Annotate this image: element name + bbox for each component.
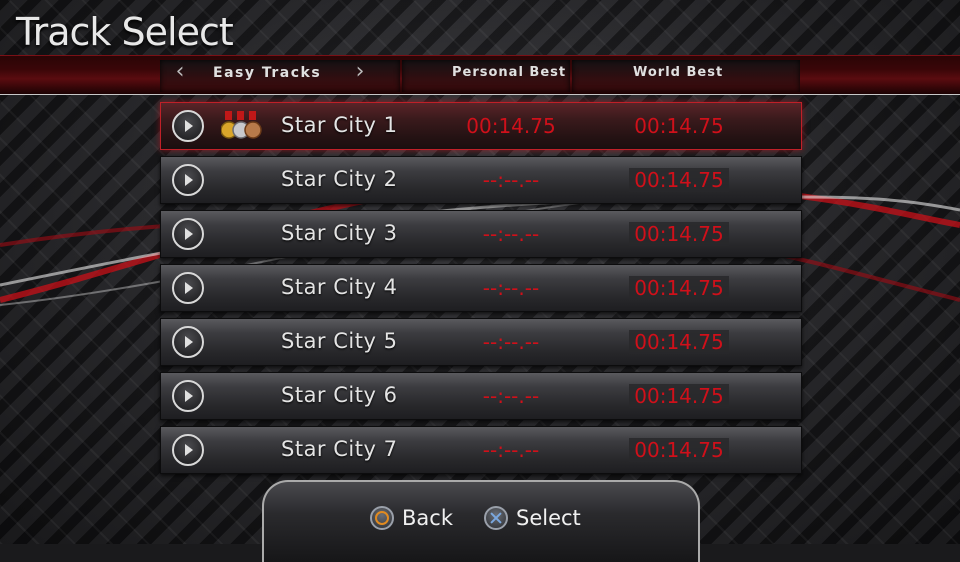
track-name: Star City 4 (281, 275, 398, 299)
personal-best-time: 00:14.75 (466, 114, 556, 138)
play-icon (172, 434, 204, 466)
track-name: Star City 5 (281, 329, 398, 353)
personal-best-time: --:--.-- (482, 384, 540, 408)
column-header-bar: ‹ Easy Tracks › Personal Best World Best (0, 55, 960, 95)
personal-best-time: --:--.-- (482, 330, 540, 354)
world-best-time: 00:14.75 (629, 222, 729, 246)
world-best-time: 00:14.75 (629, 276, 729, 300)
track-row[interactable]: Star City 2 --:--.-- 00:14.75 (160, 156, 802, 204)
world-best-time: 00:14.75 (629, 384, 729, 408)
world-best-time: 00:14.75 (629, 168, 729, 192)
track-name: Star City 7 (281, 437, 398, 461)
track-row[interactable]: Star City 5 --:--.-- 00:14.75 (160, 318, 802, 366)
track-row[interactable]: Star City 3 --:--.-- 00:14.75 (160, 210, 802, 258)
select-button[interactable]: Select (484, 506, 581, 530)
circle-button-icon (370, 506, 394, 530)
track-row[interactable]: Star City 6 --:--.-- 00:14.75 (160, 372, 802, 420)
medals-icon (221, 111, 262, 139)
play-icon (172, 326, 204, 358)
world-best-time: 00:14.75 (629, 438, 729, 462)
track-name: Star City 3 (281, 221, 398, 245)
cross-button-icon (484, 506, 508, 530)
personal-best-time: --:--.-- (482, 222, 540, 246)
personal-best-header: Personal Best (452, 65, 567, 80)
play-icon (172, 218, 204, 250)
back-button[interactable]: Back (370, 506, 453, 530)
track-category-label: Easy Tracks (213, 65, 322, 81)
world-best-time: 00:14.75 (634, 114, 724, 138)
track-name: Star City 6 (281, 383, 398, 407)
track-name: Star City 2 (281, 167, 398, 191)
play-icon (172, 380, 204, 412)
track-row[interactable]: Star City 4 --:--.-- 00:14.75 (160, 264, 802, 312)
chevron-right-icon[interactable]: › (350, 61, 370, 83)
track-row[interactable]: Star City 1 00:14.75 00:14.75 (160, 102, 802, 150)
button-prompt-panel: Back Select (262, 480, 700, 562)
track-name: Star City 1 (281, 113, 398, 137)
world-best-time: 00:14.75 (629, 330, 729, 354)
play-icon (172, 110, 204, 142)
back-label: Back (402, 506, 453, 530)
personal-best-time: --:--.-- (482, 168, 540, 192)
personal-best-time: --:--.-- (482, 438, 540, 462)
personal-best-time: --:--.-- (482, 276, 540, 300)
chevron-left-icon[interactable]: ‹ (170, 61, 190, 83)
world-best-header: World Best (633, 65, 724, 80)
select-label: Select (516, 506, 581, 530)
play-icon (172, 272, 204, 304)
play-icon (172, 164, 204, 196)
page-title: Track Select (16, 10, 234, 54)
track-row[interactable]: Star City 7 --:--.-- 00:14.75 (160, 426, 802, 474)
